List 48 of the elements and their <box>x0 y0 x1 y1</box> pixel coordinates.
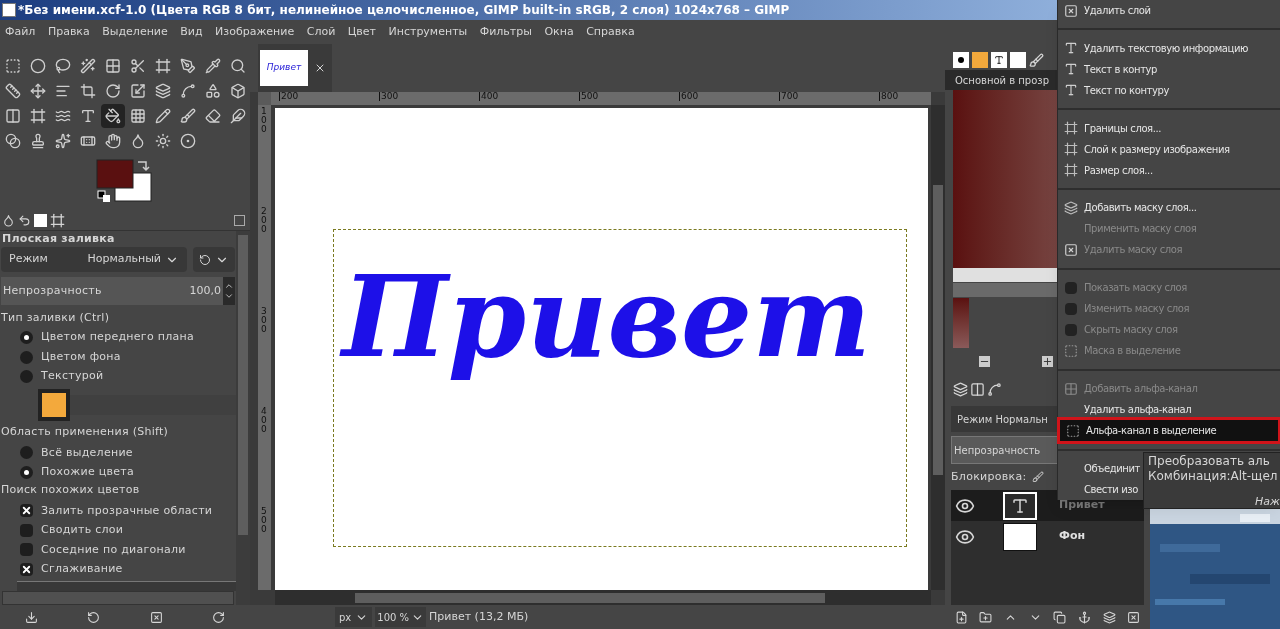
group-label: Поиск похожих цветов <box>0 482 141 499</box>
menu-item[interactable]: Фильтры <box>479 23 532 41</box>
option-label: Текстурой <box>41 368 104 385</box>
option-label: Цветом фона <box>41 348 121 365</box>
mode-dropdown[interactable]: Режим Нормальный <box>1 247 187 272</box>
menu-item[interactable]: Инструменты <box>388 23 468 41</box>
menu-item[interactable]: Файл <box>5 23 36 41</box>
image-tab[interactable]: Привет <box>258 44 332 92</box>
menu-item[interactable]: Правка <box>47 23 90 41</box>
top-ruler: 200 300 400 500 600 700 800 <box>271 92 931 105</box>
opacity-slider[interactable]: Непрозрачность 100,0 <box>1 277 235 305</box>
menu-item[interactable]: Цвет <box>347 23 376 41</box>
option-label: Сводить слои <box>41 522 124 539</box>
layer-name[interactable]: Фон <box>1059 528 1086 545</box>
option-label: Соседние по диагонали <box>41 541 186 558</box>
tooltip-text: Комбинация:Alt-щел <box>1148 469 1279 484</box>
zoom-dropdown[interactable]: 100 % <box>375 607 427 627</box>
menu-item[interactable]: Границы слоя... <box>1058 117 1280 139</box>
menu-item[interactable]: Размер слоя... <box>1058 159 1280 181</box>
option-label: Всё выделение <box>41 444 133 461</box>
image-thumbnail: Привет <box>260 50 308 86</box>
menu-item[interactable]: Альфа-канал в выделение <box>1060 420 1278 442</box>
image-canvas[interactable]: Привет <box>275 108 928 590</box>
layer-name[interactable]: Привет <box>1059 497 1105 514</box>
unit-dropdown[interactable]: px <box>335 607 373 627</box>
menu-item[interactable]: Добавить маску слоя... <box>1058 197 1280 219</box>
group-label: Область применения (Shift) <box>0 424 170 441</box>
menu-item[interactable]: Изображение <box>215 23 295 41</box>
tooltip-text: Преобразовать аль <box>1148 454 1271 469</box>
menu-item[interactable]: Слой к размеру изображения <box>1058 138 1280 160</box>
left-ruler: 100 200 300 400 500 <box>258 105 271 590</box>
menu-item[interactable]: Удалить слой <box>1058 0 1280 21</box>
lock-label: Блокировка: <box>951 468 1027 485</box>
menu-item[interactable]: Окна <box>544 23 574 41</box>
option-label: Цветом переднего плана <box>41 329 194 346</box>
group-label: Тип заливки (Ctrl) <box>0 309 111 326</box>
menu-item[interactable]: Слой <box>306 23 336 41</box>
menu-item[interactable]: Справка <box>586 23 635 41</box>
menu-item[interactable]: Удалить текстовую информацию <box>1058 37 1280 59</box>
options-title: Плоская заливка <box>1 231 116 247</box>
window-title: *Без имени.xcf-1.0 (Цвета RGB 8 бит, нелинейное целочисленное, GIMP built-in sRGB, 2 слоя) 1024x768 – GIMP <box>18 2 790 19</box>
tooltip-hint: Наж <box>1255 494 1280 508</box>
status-text: Привет (13,2 МБ) <box>429 608 529 625</box>
option-label: Залить прозрачные области <box>41 502 213 519</box>
option-label: Сглаживание <box>41 561 123 578</box>
menu-item[interactable]: Выделение <box>102 23 168 41</box>
option-label: Похожие цвета <box>41 464 135 481</box>
menu-item[interactable]: Вид <box>180 23 203 41</box>
